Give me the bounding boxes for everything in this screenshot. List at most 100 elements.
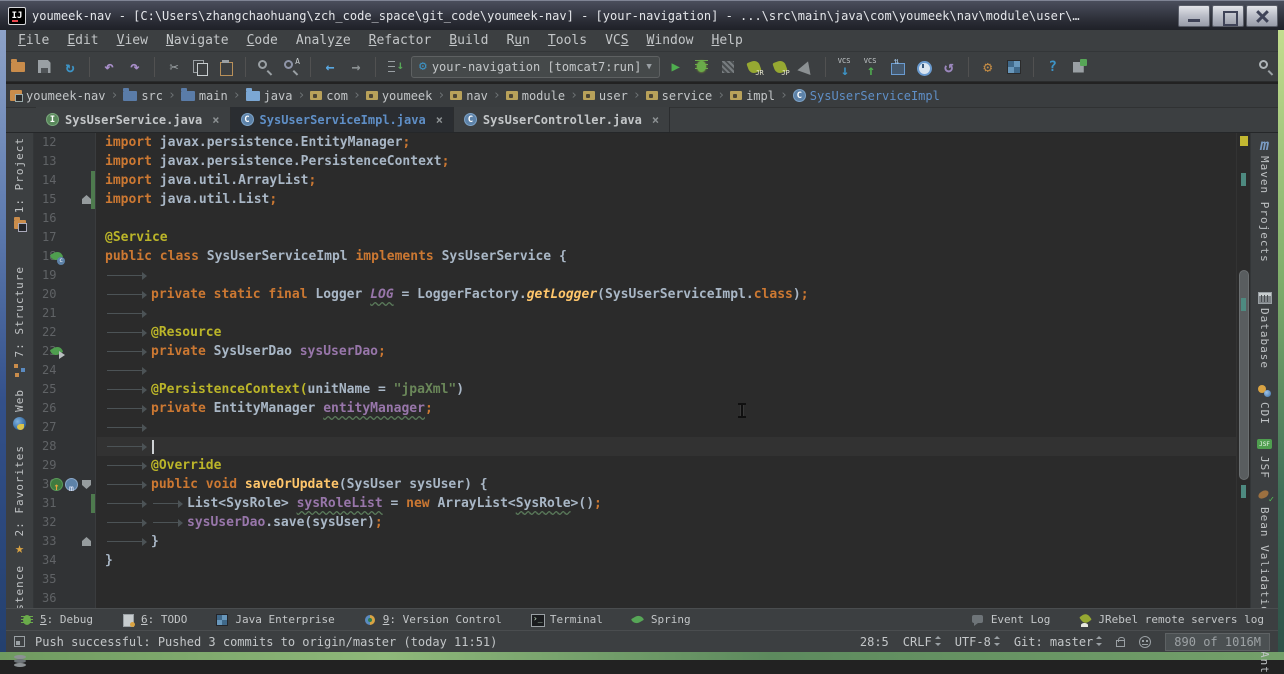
breadcrumb-item-sysuserserviceimpl[interactable]: CSysUserServiceImpl [793, 89, 940, 103]
tool-window-button-6-todo[interactable]: 6: TODO [121, 613, 187, 627]
code-line-36[interactable]: 36 [34, 589, 1236, 608]
jrebel-run-icon[interactable] [744, 57, 764, 77]
tool-window-button-5-debug[interactable]: 5: Debug [20, 613, 93, 627]
find-replace-icon[interactable] [281, 57, 301, 77]
breadcrumb-item-youmeek[interactable]: youmeek [366, 89, 433, 103]
override-gutter-icon[interactable] [50, 478, 63, 491]
code-line-29[interactable]: 29@Override [34, 456, 1236, 475]
back-icon[interactable]: ← [320, 57, 340, 77]
fold-marker[interactable] [82, 195, 91, 204]
memory-indicator[interactable]: 890 of 1016M [1165, 633, 1270, 651]
debug-icon[interactable] [692, 57, 712, 77]
coverage-icon[interactable] [718, 57, 738, 77]
menu-edit[interactable]: Edit [59, 32, 106, 49]
breadcrumb-item-src[interactable]: src [123, 89, 163, 103]
code-line-22[interactable]: 22@Resource [34, 323, 1236, 342]
tool-window-button-terminal[interactable]: Terminal [530, 613, 603, 627]
copy-icon[interactable] [190, 57, 210, 77]
stripe-mark-yellow[interactable] [1240, 136, 1248, 146]
close-icon[interactable]: × [652, 113, 659, 127]
code-line-26[interactable]: 26private EntityManager entityManager; [34, 399, 1236, 418]
hector-inspections-icon[interactable] [1139, 636, 1151, 648]
spring-autowire-gutter-icon[interactable] [50, 345, 63, 358]
code-line-33[interactable]: 33} [34, 532, 1236, 551]
menu-window[interactable]: Window [639, 32, 702, 49]
profiler-icon[interactable] [796, 57, 816, 77]
vcs-update-icon[interactable] [835, 57, 855, 77]
run-configuration-select[interactable]: ⚙ your-navigation [tomcat7:run] ▼ [411, 56, 660, 78]
breadcrumb-item-nav[interactable]: nav [450, 89, 488, 103]
code-line-30[interactable]: 30public void saveOrUpdate(SysUser sysUs… [34, 475, 1236, 494]
menu-navigate[interactable]: Navigate [158, 32, 237, 49]
menu-help[interactable]: Help [704, 32, 751, 49]
tool-window-button-9-version-control[interactable]: 9: Version Control [363, 613, 502, 627]
sync-icon[interactable]: ↻ [60, 57, 80, 77]
vcs-commit-icon[interactable] [861, 57, 881, 77]
tab-sysuserserviceimpl-java[interactable]: CSysUserServiceImpl.java× [231, 107, 454, 132]
tool-window-button-java-enterprise[interactable]: Java Enterprise [215, 613, 334, 627]
tool-stripe-cdi[interactable]: CDI [1257, 383, 1272, 425]
run-icon[interactable]: ▶ [666, 57, 686, 77]
code-line-15[interactable]: 15import java.util.List; [34, 190, 1236, 209]
menu-run[interactable]: Run [498, 32, 537, 49]
stripe-mark-teal[interactable] [1241, 173, 1246, 186]
code-line-23[interactable]: 23private SysUserDao sysUserDao; [34, 342, 1236, 361]
fold-marker[interactable] [82, 537, 91, 546]
tool-stripe-7-structure[interactable]: 7: Structure [12, 266, 27, 376]
menu-refactor[interactable]: Refactor [361, 32, 440, 49]
code-line-34[interactable]: 34} [34, 551, 1236, 570]
redo-icon[interactable]: ↷ [125, 57, 145, 77]
jrebel-save-icon[interactable] [1069, 57, 1089, 77]
breadcrumb-item-impl[interactable]: impl [730, 89, 775, 103]
jrebel-debug-icon[interactable] [770, 57, 790, 77]
close-icon[interactable]: × [436, 113, 443, 127]
spring-class-gutter-icon[interactable] [50, 250, 63, 263]
stripe-mark-teal[interactable] [1241, 298, 1246, 311]
menu-code[interactable]: Code [239, 32, 286, 49]
caret-position[interactable]: 28:5 [860, 635, 889, 649]
code-line-24[interactable]: 24 [34, 361, 1236, 380]
tool-stripe-database[interactable]: Database [1257, 289, 1272, 369]
code-line-18[interactable]: 18public class SysUserServiceImpl implem… [34, 247, 1236, 266]
open-icon[interactable] [8, 57, 28, 77]
minimize-button[interactable] [1178, 5, 1210, 27]
breadcrumb-item-user[interactable]: user [583, 89, 628, 103]
tool-stripe-web[interactable]: Web [12, 389, 27, 431]
encoding-select[interactable]: UTF-8 [955, 635, 1000, 649]
toolwindow-toggle-icon[interactable] [14, 636, 25, 647]
menu-tools[interactable]: Tools [540, 32, 595, 49]
history-icon[interactable] [913, 57, 933, 77]
settings-icon[interactable]: ⚙ [978, 57, 998, 77]
code-line-14[interactable]: 14import java.util.ArrayList; [34, 171, 1236, 190]
code-line-35[interactable]: 35 [34, 570, 1236, 589]
breadcrumb-item-com[interactable]: com [310, 89, 348, 103]
breadcrumb-item-module[interactable]: module [506, 89, 565, 103]
m-gutter-icon[interactable] [65, 478, 78, 491]
code-line-19[interactable]: 19 [34, 266, 1236, 285]
tab-sysusercontroller-java[interactable]: CSysUserController.java× [454, 107, 670, 132]
code-editor[interactable]: 12import javax.persistence.EntityManager… [34, 133, 1236, 608]
maximize-button[interactable] [1212, 5, 1244, 27]
code-line-16[interactable]: 16 [34, 209, 1236, 228]
lock-icon[interactable] [1116, 640, 1125, 647]
tool-stripe-maven-projects[interactable]: mMaven Projects [1257, 137, 1272, 263]
breadcrumb-item-youmeek-nav[interactable]: youmeek-nav [10, 89, 105, 103]
line-ending-select[interactable]: CRLF [903, 635, 941, 649]
rollback-icon[interactable]: ↺ [939, 57, 959, 77]
stripe-mark-teal[interactable] [1241, 485, 1246, 498]
cut-icon[interactable]: ✂ [164, 57, 184, 77]
menu-vcs[interactable]: VCS [597, 32, 636, 49]
tool-stripe-jsf[interactable]: JSF [1257, 437, 1272, 479]
code-line-12[interactable]: 12import javax.persistence.EntityManager… [34, 133, 1236, 152]
menu-file[interactable]: File [10, 32, 57, 49]
code-line-13[interactable]: 13import javax.persistence.PersistenceCo… [34, 152, 1236, 171]
code-line-28[interactable]: 28 [34, 437, 1236, 456]
undo-icon[interactable]: ↶ [99, 57, 119, 77]
search-everywhere-icon[interactable] [1256, 57, 1276, 77]
forward-icon[interactable]: → [346, 57, 366, 77]
tool-stripe-2-favorites[interactable]: 2: Favorites★ [12, 445, 27, 555]
tool-window-button-spring[interactable]: Spring [631, 613, 691, 627]
code-line-25[interactable]: 25@PersistenceContext(unitName = "jpaXml… [34, 380, 1236, 399]
tool-window-button-event-log[interactable]: Event Log [971, 613, 1051, 627]
shelve-icon[interactable] [887, 57, 907, 77]
